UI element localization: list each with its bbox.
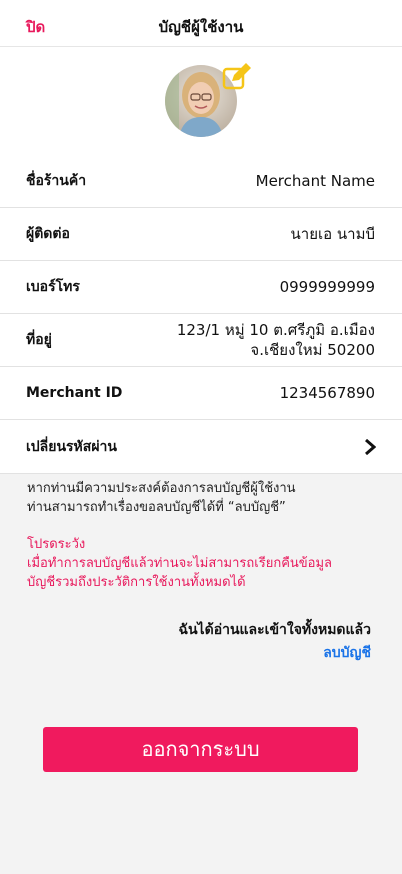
row-label: ชื่อร้านค้า (26, 173, 87, 189)
row-phone: เบอร์โทร 0999999999 (0, 261, 402, 314)
row-label: เปลี่ยนรหัสผ่าน (26, 438, 117, 455)
row-label: เบอร์โทร (26, 279, 80, 295)
warning-text: โปรดระวัง เมื่อทำการลบบัญชีแล้วท่านจะไม่… (27, 535, 377, 592)
warning-line: บัญชีรวมถึงประวัติการใช้งานทั้งหมดได้ (27, 575, 246, 590)
row-value: 0999999999 (279, 278, 375, 296)
confirm-text: ฉันได้อ่านและเข้าใจทั้งหมดแล้ว (178, 622, 371, 638)
row-shop-name: ชื่อร้านค้า Merchant Name (0, 155, 402, 208)
row-value: 1234567890 (279, 384, 375, 402)
address-line-2: จ.เชียงใหม่ 50200 (250, 341, 375, 359)
notice-line: หากท่านมีความประสงค์ต้องการลบบัญชีผู้ใช้… (27, 481, 296, 496)
row-contact: ผู้ติดต่อ นายเอ นามบี (0, 208, 402, 261)
row-label: ที่อยู่ (26, 332, 52, 348)
row-value: 123/1 หมู่ 10 ต.ศรีภูมิ อ.เมือง จ.เชียงใ… (177, 320, 375, 360)
row-address: ที่อยู่ 123/1 หมู่ 10 ต.ศรีภูมิ อ.เมือง … (0, 314, 402, 367)
row-value: นายเอ นามบี (290, 225, 375, 243)
delete-account-link[interactable]: ลบบัญชี (323, 642, 371, 664)
warning-line: เมื่อทำการลบบัญชีแล้วท่านจะไม่สามารถเรีย… (27, 556, 333, 571)
row-label: ผู้ติดต่อ (26, 226, 70, 242)
delete-notice: หากท่านมีความประสงค์ต้องการลบบัญชีผู้ใช้… (27, 479, 377, 517)
address-line-1: 123/1 หมู่ 10 ต.ศรีภูมิ อ.เมือง (176, 321, 375, 339)
page-title: บัญชีผู้ใช้งาน (158, 18, 244, 36)
row-merchant-id: Merchant ID 1234567890 (0, 367, 402, 420)
change-password-row[interactable]: เปลี่ยนรหัสผ่าน (0, 420, 402, 474)
logout-button[interactable]: ออกจากระบบ (43, 727, 358, 772)
edit-icon[interactable] (222, 63, 252, 91)
profile-section (0, 47, 402, 155)
notice-line: ท่านสามารถทำเรื่องขอลบบัญชีได้ที่ “ลบบัญ… (27, 500, 286, 515)
header-bar: ปิด บัญชีผู้ใช้งาน (0, 0, 402, 47)
account-info-list: ชื่อร้านค้า Merchant Name ผู้ติดต่อ นายเ… (0, 155, 402, 474)
row-label: Merchant ID (26, 385, 123, 401)
chevron-right-icon (364, 438, 377, 455)
row-value: Merchant Name (255, 172, 375, 190)
warning-title: โปรดระวัง (27, 537, 86, 552)
